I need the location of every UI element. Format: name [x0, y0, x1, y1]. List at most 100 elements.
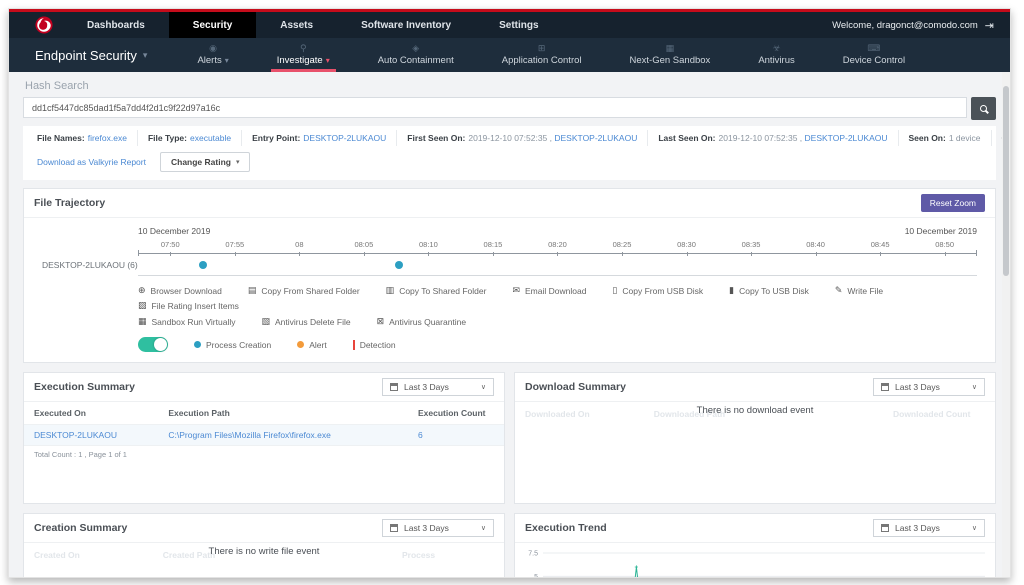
execution-summary-range-dropdown[interactable]: Last 3 Days ∨ [382, 378, 494, 396]
chevron-down-icon: ∨ [972, 524, 977, 532]
investigate-icon: ⚲ [300, 43, 307, 54]
subnav-item-label: Device Control [843, 55, 905, 66]
next-gen-sandbox-icon: ▦ [666, 43, 675, 54]
timeline-tick: 08:05 [332, 240, 397, 249]
cell-value-link[interactable]: 6 [418, 430, 423, 440]
trajectory-type-legend: Process Creation Alert Detection [194, 340, 396, 350]
field-value-link[interactable]: DESKTOP-2LUKAOU [552, 133, 637, 143]
file-info-field: First Seen On:2019-12-10 07:52:35 , DESK… [397, 130, 648, 146]
valkyrie-report-link[interactable]: Download as Valkyrie Report [37, 157, 146, 167]
subnav-item-auto-containment[interactable]: ◈Auto Containment [354, 38, 478, 72]
search-button[interactable] [971, 97, 996, 120]
subnav-item-device-control[interactable]: ⌨Device Control [819, 38, 929, 72]
copy-to-shared-folder-icon: ▥ [386, 285, 395, 296]
copy-from-usb-disk-icon: ▯ [612, 285, 617, 296]
field-value-link[interactable]: DESKTOP-2LUKAOU [303, 133, 386, 143]
timeline-tick: 08:20 [525, 240, 590, 249]
subnav-item-alerts[interactable]: ◉Alerts▾ [173, 38, 252, 72]
field-value-link[interactable]: executable [190, 133, 231, 143]
topnav-item-dashboards[interactable]: Dashboards [63, 12, 169, 38]
subnav-item-antivirus[interactable]: ☣Antivirus [734, 38, 818, 72]
process-creation-event-dot[interactable] [199, 261, 207, 269]
field-value: 2019-12-10 07:52:35 , [468, 133, 552, 143]
chevron-down-icon: ∨ [481, 524, 486, 532]
trajectory-toggle-row: Process Creation Alert Detection [138, 337, 977, 352]
topnav-item-settings[interactable]: Settings [475, 12, 562, 38]
calendar-icon [390, 524, 398, 532]
legend-item-file-rating-insert-items: ▨File Rating Insert Items [138, 300, 239, 311]
file-info-field: Last Seen On:2019-12-10 07:52:35 , DESKT… [648, 130, 898, 146]
legend-label: Write File [847, 286, 883, 296]
range-value: Last 3 Days [895, 523, 966, 533]
reset-zoom-button[interactable]: Reset Zoom [921, 194, 985, 212]
file-trajectory-card: File Trajectory Reset Zoom 10 December 2… [23, 188, 996, 363]
table-header-row: Executed OnExecution PathExecution Count [24, 402, 504, 425]
topnav-item-assets[interactable]: Assets [256, 12, 337, 38]
topnav-item-security[interactable]: Security [169, 12, 256, 38]
type-legend-label: Detection [360, 340, 396, 350]
hash-search-input[interactable] [23, 97, 967, 118]
topnav-menu: DashboardsSecurityAssetsSoftware Invento… [63, 12, 563, 38]
timeline-tick: 08:10 [396, 240, 461, 249]
scrollbar-thumb[interactable] [1003, 86, 1009, 276]
legend-item-copy-to-usb-disk: ▮ Copy To USB Disk [729, 285, 809, 296]
legend-item-antivirus-quarantine: ⊠Antivirus Quarantine [377, 316, 467, 327]
comodo-logo [35, 16, 53, 34]
type-legend-process-creation: Process Creation [194, 340, 271, 350]
field-value: 1 device [949, 133, 981, 143]
topnav-item-software-inventory[interactable]: Software Inventory [337, 12, 475, 38]
logout-icon[interactable]: ⇥ [985, 19, 994, 32]
file-trajectory-title: File Trajectory [34, 197, 105, 209]
subnav-item-investigate[interactable]: ⚲Investigate▾ [253, 38, 354, 72]
subnav-item-next-gen-sandbox[interactable]: ▦Next-Gen Sandbox [606, 38, 735, 72]
execution-trend-range-dropdown[interactable]: Last 3 Days ∨ [873, 519, 985, 537]
file-info-field: Entry Point:DESKTOP-2LUKAOU [242, 130, 397, 146]
creation-empty-message: There is no write file event [24, 546, 504, 557]
trajectory-body: 10 December 2019 10 December 2019 07:500… [24, 218, 995, 362]
file-info-field: File Type:executable [138, 130, 242, 146]
range-value: Last 3 Days [404, 523, 475, 533]
execution-trend-title: Execution Trend [525, 522, 607, 534]
field-value-link[interactable]: DESKTOP-2LUKAOU [802, 133, 887, 143]
field-label: File Names: [37, 133, 85, 143]
field-value-link[interactable]: firefox.exe [88, 133, 127, 143]
antivirus-delete-file-icon: ▧ [261, 316, 270, 327]
timeline-tick: 08:35 [719, 240, 784, 249]
execution-summary-table: Executed OnExecution PathExecution Count… [24, 402, 504, 446]
legend-label: Copy To Shared Folder [399, 286, 486, 296]
type-legend-alert: Alert [297, 340, 326, 350]
application-control-icon: ⊞ [538, 43, 546, 54]
timeline-tick: 08 [267, 240, 332, 249]
change-rating-button[interactable]: Change Rating ▾ [160, 152, 251, 172]
chevron-down-icon: ▾ [236, 158, 240, 166]
field-value: 2019-12-10 07:52:35 , [719, 133, 803, 143]
chevron-down-icon: ∨ [972, 383, 977, 391]
creation-summary-range-dropdown[interactable]: Last 3 Days ∨ [382, 519, 494, 537]
cell-value-link[interactable]: C:\Program Files\Mozilla Firefox\firefox… [168, 430, 331, 440]
file-info-strip: File Names:firefox.exeFile Type:executab… [23, 126, 996, 180]
file-info-field: File Names:firefox.exe [27, 130, 138, 146]
trajectory-legend-row1: ⊕Browser Download▤Copy From Shared Folde… [138, 285, 977, 311]
process-creation-event-dot[interactable] [395, 261, 403, 269]
svg-text:7.5: 7.5 [528, 551, 538, 558]
chevron-down-icon: ▾ [326, 56, 330, 65]
alerts-icon: ◉ [209, 43, 217, 54]
legend-label: File Rating Insert Items [152, 301, 239, 311]
auto-containment-icon: ◈ [412, 43, 419, 54]
legend-label: Copy To USB Disk [739, 286, 809, 296]
sandbox-run-virtually-icon: ▦ [138, 316, 147, 327]
hash-search-label: Hash Search [25, 80, 996, 92]
subnav-item-label: Auto Containment [378, 55, 454, 66]
copy-to-usb-disk-icon: ▮ [729, 285, 734, 296]
download-summary-range-dropdown[interactable]: Last 3 Days ∨ [873, 378, 985, 396]
process-creation-toggle[interactable] [138, 337, 168, 352]
antivirus-quarantine-icon: ⊠ [377, 316, 385, 327]
product-selector[interactable]: Endpoint Security ▾ [9, 38, 173, 72]
subnav-item-label: Antivirus [758, 55, 794, 66]
cell-value-link[interactable]: DESKTOP-2LUKAOU [34, 430, 117, 440]
chevron-down-icon: ▾ [225, 56, 229, 65]
timeline-tick: 08:15 [461, 240, 526, 249]
search-icon [980, 105, 987, 112]
subnav-item-application-control[interactable]: ⊞Application Control [478, 38, 606, 72]
antivirus-icon: ☣ [772, 43, 780, 54]
